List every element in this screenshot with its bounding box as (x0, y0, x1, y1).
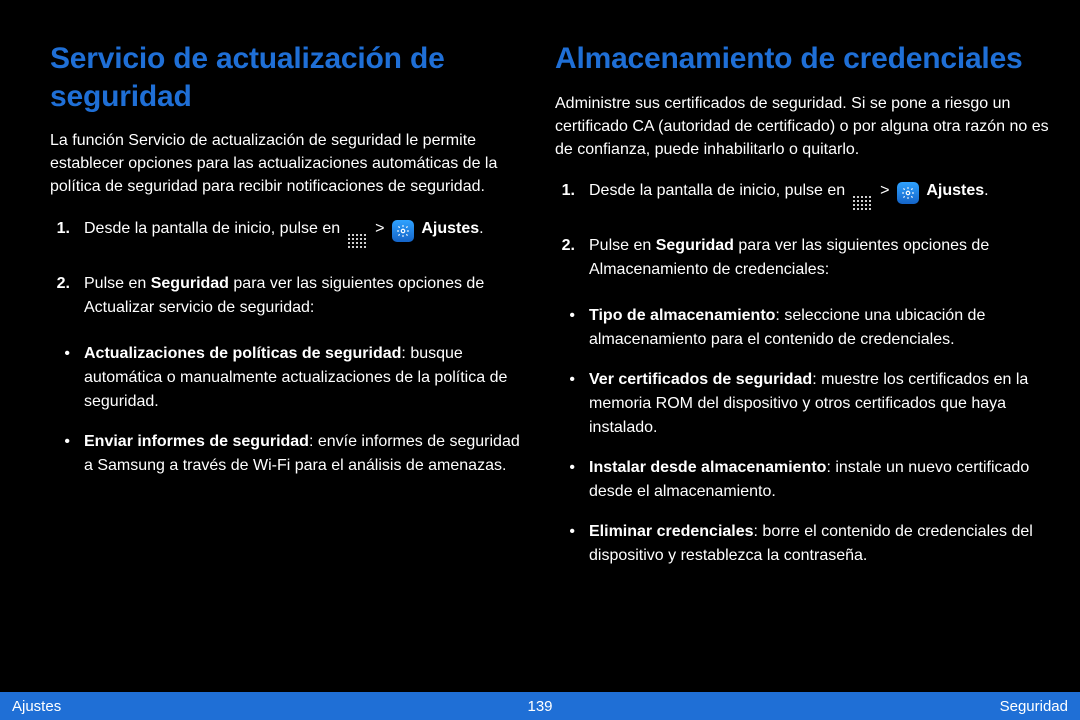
bullet-body: Actualizaciones de políticas de segurida… (84, 342, 530, 414)
step-text: > (375, 220, 389, 237)
list-item: • Instalar desde almacenamiento: instale… (555, 456, 1055, 504)
step-text: Desde la pantalla de inicio, pulse en (84, 220, 345, 237)
right-step-2: 2. Pulse en Seguridad para ver las sigui… (555, 234, 1055, 282)
left-bullets: • Actualizaciones de políticas de seguri… (50, 342, 530, 478)
step-body: Desde la pantalla de inicio, pulse en > … (589, 179, 1055, 216)
step-text: Pulse en (84, 275, 151, 292)
left-step-1: 1. Desde la pantalla de inicio, pulse en… (50, 217, 530, 254)
bullet-dot: • (555, 520, 575, 544)
left-column: Servicio de actualización de seguridad L… (50, 40, 530, 478)
step-text: > (880, 182, 894, 199)
bullet-dot: • (555, 368, 575, 392)
bullet-body: Eliminar credenciales: borre el contenid… (589, 520, 1055, 568)
right-bullets: • Tipo de almacenamiento: seleccione una… (555, 304, 1055, 568)
step-bold: Ajustes (926, 182, 984, 199)
bullet-dot: • (555, 304, 575, 328)
page-number: 139 (527, 698, 552, 715)
step-number: 1. (50, 217, 70, 241)
step-text: . (984, 182, 988, 199)
bullet-body: Instalar desde almacenamiento: instale u… (589, 456, 1055, 504)
step-bold: Seguridad (151, 275, 229, 292)
left-step-2: 2. Pulse en Seguridad para ver las sigui… (50, 272, 530, 320)
step-text: Desde la pantalla de inicio, pulse en (589, 182, 850, 199)
bullet-label: Instalar desde almacenamiento (589, 459, 826, 476)
step-number: 1. (555, 179, 575, 203)
settings-icon (897, 182, 919, 204)
step-text: Pulse en (589, 237, 656, 254)
right-step-1: 1. Desde la pantalla de inicio, pulse en… (555, 179, 1055, 216)
apps-icon (853, 196, 873, 216)
footer-left: Ajustes (12, 698, 61, 715)
step-text: . (479, 220, 483, 237)
left-section-title: Servicio de actualización de seguridad (50, 40, 530, 115)
bullet-dot: • (555, 456, 575, 480)
bullet-label: Ver certificados de seguridad (589, 371, 812, 388)
bullet-dot: • (50, 430, 70, 454)
bullet-body: Ver certificados de seguridad: muestre l… (589, 368, 1055, 440)
right-column: Almacenamiento de credenciales Administr… (555, 40, 1055, 568)
apps-icon (348, 234, 368, 254)
bullet-dot: • (50, 342, 70, 366)
footer-right: Seguridad (1000, 698, 1068, 715)
step-body: Desde la pantalla de inicio, pulse en > … (84, 217, 530, 254)
step-body: Pulse en Seguridad para ver las siguient… (84, 272, 530, 320)
left-intro: La función Servicio de actualización de … (50, 129, 530, 199)
bullet-label: Enviar informes de seguridad (84, 433, 309, 450)
settings-icon (392, 220, 414, 242)
step-body: Pulse en Seguridad para ver las siguient… (589, 234, 1055, 282)
list-item: • Actualizaciones de políticas de seguri… (50, 342, 530, 414)
right-section-title: Almacenamiento de credenciales (555, 40, 1055, 78)
step-bold: Ajustes (421, 220, 479, 237)
list-item: • Ver certificados de seguridad: muestre… (555, 368, 1055, 440)
list-item: • Tipo de almacenamiento: seleccione una… (555, 304, 1055, 352)
bullet-body: Enviar informes de seguridad: envíe info… (84, 430, 530, 478)
manual-page: Servicio de actualización de seguridad L… (0, 0, 1080, 720)
bullet-label: Eliminar credenciales (589, 523, 754, 540)
bullet-body: Tipo de almacenamiento: seleccione una u… (589, 304, 1055, 352)
bullet-label: Tipo de almacenamiento (589, 307, 775, 324)
list-item: • Enviar informes de seguridad: envíe in… (50, 430, 530, 478)
step-number: 2. (50, 272, 70, 296)
step-bold: Seguridad (656, 237, 734, 254)
step-number: 2. (555, 234, 575, 258)
list-item: • Eliminar credenciales: borre el conten… (555, 520, 1055, 568)
page-footer: Ajustes 139 Seguridad (0, 692, 1080, 720)
bullet-label: Actualizaciones de políticas de segurida… (84, 345, 401, 362)
right-intro: Administre sus certificados de seguridad… (555, 92, 1055, 162)
